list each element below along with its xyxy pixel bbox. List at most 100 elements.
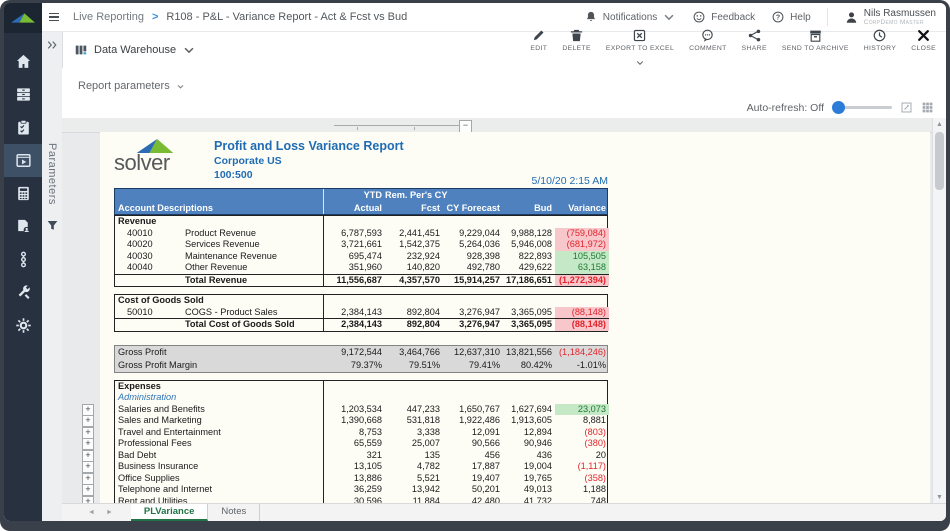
value-cell: 65,559 xyxy=(323,438,385,450)
comment-button[interactable]: COMMENT xyxy=(689,28,727,52)
sidebar-item-publisher[interactable] xyxy=(4,210,42,243)
variance-cell xyxy=(555,295,609,307)
scrollbar-thumb[interactable] xyxy=(935,132,944,190)
table-row: 40020Services Revenue3,721,6611,542,3755… xyxy=(115,239,607,251)
home-icon xyxy=(15,53,32,70)
value-cell xyxy=(443,392,503,404)
value-cell: 17,186,651 xyxy=(503,274,555,287)
grid-view-icon[interactable] xyxy=(921,101,934,114)
header-cell: YTD xyxy=(323,189,385,202)
sidebar-item-budgeting[interactable] xyxy=(4,177,42,210)
share-button[interactable]: SHARE xyxy=(742,28,767,52)
scroll-up-arrow[interactable]: ▲ xyxy=(933,118,946,131)
value-cell: 456 xyxy=(443,450,503,462)
sidebar-item-tools[interactable] xyxy=(4,276,42,309)
sidebar-item-library[interactable] xyxy=(4,78,42,111)
expand-row-button[interactable]: + xyxy=(82,484,94,496)
table-row: Administration xyxy=(115,392,607,404)
report-parameters-toggle[interactable]: Report parameters xyxy=(78,80,185,92)
value-cell: 492,780 xyxy=(443,262,503,274)
solver-logo-icon[interactable] xyxy=(4,3,42,33)
edit-cells-icon[interactable] xyxy=(900,101,913,114)
variance-cell: (380) xyxy=(555,438,609,450)
value-cell: 3,464,766 xyxy=(385,346,443,359)
help-button[interactable]: ? Help xyxy=(771,10,811,24)
value-cell xyxy=(443,381,503,393)
notifications-button[interactable]: Notifications xyxy=(584,10,676,24)
sheet-scroll-left[interactable]: ◄ xyxy=(88,509,95,516)
vertical-scrollbar[interactable]: ▲ ▼ xyxy=(932,118,946,504)
sheet-tab-notes[interactable]: Notes xyxy=(208,504,260,521)
hamburger-menu-icon[interactable] xyxy=(49,13,59,22)
table-row: Revenue xyxy=(115,216,607,228)
sidebar-item-reporting[interactable] xyxy=(4,144,42,177)
close-button[interactable]: CLOSE xyxy=(911,28,936,52)
table-row: Professional Fees65,55925,00790,56690,94… xyxy=(115,438,607,450)
row-label: Telephone and Internet xyxy=(115,484,323,496)
send-to-archive-button[interactable]: SEND TO ARCHIVE xyxy=(782,28,849,52)
value-cell: 17,887 xyxy=(443,461,503,473)
variance-cell: 1,188 xyxy=(555,484,609,496)
group-tick xyxy=(414,127,415,130)
value-cell xyxy=(443,295,503,307)
parameters-panel-label: Parameters xyxy=(46,143,58,205)
value-cell: 79.41% xyxy=(443,359,503,372)
sidebar-item-settings[interactable] xyxy=(4,309,42,342)
value-cell: 8,753 xyxy=(323,427,385,439)
table-row: Office Supplies13,8865,52119,40719,765(3… xyxy=(115,473,607,485)
sidebar-item-tasks[interactable] xyxy=(4,111,42,144)
row-label: Gross Profit Margin xyxy=(115,359,323,372)
sheet-tab-plvariance[interactable]: PLVariance xyxy=(131,504,209,521)
delete-button[interactable]: DELETE xyxy=(562,28,591,52)
header-cell: Variance xyxy=(555,202,609,215)
value-cell: 13,821,556 xyxy=(503,346,555,359)
user-menu[interactable]: Nils Rasmussen CorpDemo Master xyxy=(844,8,936,26)
history-button[interactable]: HISTORY xyxy=(864,28,896,52)
value-cell: 4,782 xyxy=(385,461,443,473)
variance-cell: (88,148) xyxy=(555,318,609,331)
sheet-scroll-right[interactable]: ► xyxy=(106,509,113,516)
expand-row-button[interactable]: + xyxy=(82,461,94,473)
value-cell: 3,365,095 xyxy=(503,307,555,319)
filter-funnel-icon[interactable] xyxy=(46,219,59,232)
value-cell xyxy=(385,392,443,404)
history-label: HISTORY xyxy=(864,45,896,52)
sidebar-item-integrations[interactable] xyxy=(4,243,42,276)
export-to-excel-button[interactable]: EXPORT TO EXCEL xyxy=(606,28,674,71)
table-row: 50010COGS - Product Sales2,384,143892,80… xyxy=(115,307,607,319)
data-source-selector[interactable]: Data Warehouse xyxy=(74,43,196,57)
auto-refresh-slider[interactable] xyxy=(832,101,892,114)
feedback-button[interactable]: Feedback xyxy=(692,10,755,24)
subsection-label: Administration xyxy=(115,392,323,404)
table-header: YTDRem. Per's CYAccount DescriptionsActu… xyxy=(114,188,608,215)
table-row: 40030Maintenance Revenue695,474232,92492… xyxy=(115,251,607,263)
value-cell xyxy=(385,295,443,307)
variance-cell xyxy=(555,381,609,393)
value-cell: 928,398 xyxy=(443,251,503,263)
report-entity: Corporate US xyxy=(214,154,404,168)
value-cell: 1,203,534 xyxy=(323,404,385,416)
value-cell xyxy=(503,392,555,404)
value-cell: 79.37% xyxy=(323,359,385,372)
section-label: Expenses xyxy=(115,381,323,393)
value-cell: 49,013 xyxy=(503,484,555,496)
expand-panel-icon[interactable] xyxy=(46,39,58,51)
value-cell: 9,988,128 xyxy=(503,228,555,240)
expand-row-button[interactable]: + xyxy=(82,438,94,450)
table-section: Revenue40010Product Revenue6,787,5932,44… xyxy=(114,215,608,287)
data-source-label: Data Warehouse xyxy=(94,44,176,56)
value-cell: 90,946 xyxy=(503,438,555,450)
slider-knob[interactable] xyxy=(832,101,845,114)
table-row: Total Cost of Goods Sold2,384,143892,804… xyxy=(115,318,607,331)
expand-row-button[interactable]: + xyxy=(82,415,94,427)
header-cell: CY Forecast xyxy=(443,202,503,215)
reporting-icon xyxy=(15,152,32,169)
header-cell xyxy=(555,189,609,202)
value-cell: 822,893 xyxy=(503,251,555,263)
account-label: COGS - Product Sales xyxy=(161,307,323,319)
edit-button[interactable]: EDIT xyxy=(530,28,547,52)
solver-logo: solver xyxy=(110,138,206,184)
sidebar-item-home[interactable] xyxy=(4,45,42,78)
breadcrumb-section[interactable]: Live Reporting xyxy=(73,11,144,23)
notifications-label: Notifications xyxy=(603,12,657,23)
